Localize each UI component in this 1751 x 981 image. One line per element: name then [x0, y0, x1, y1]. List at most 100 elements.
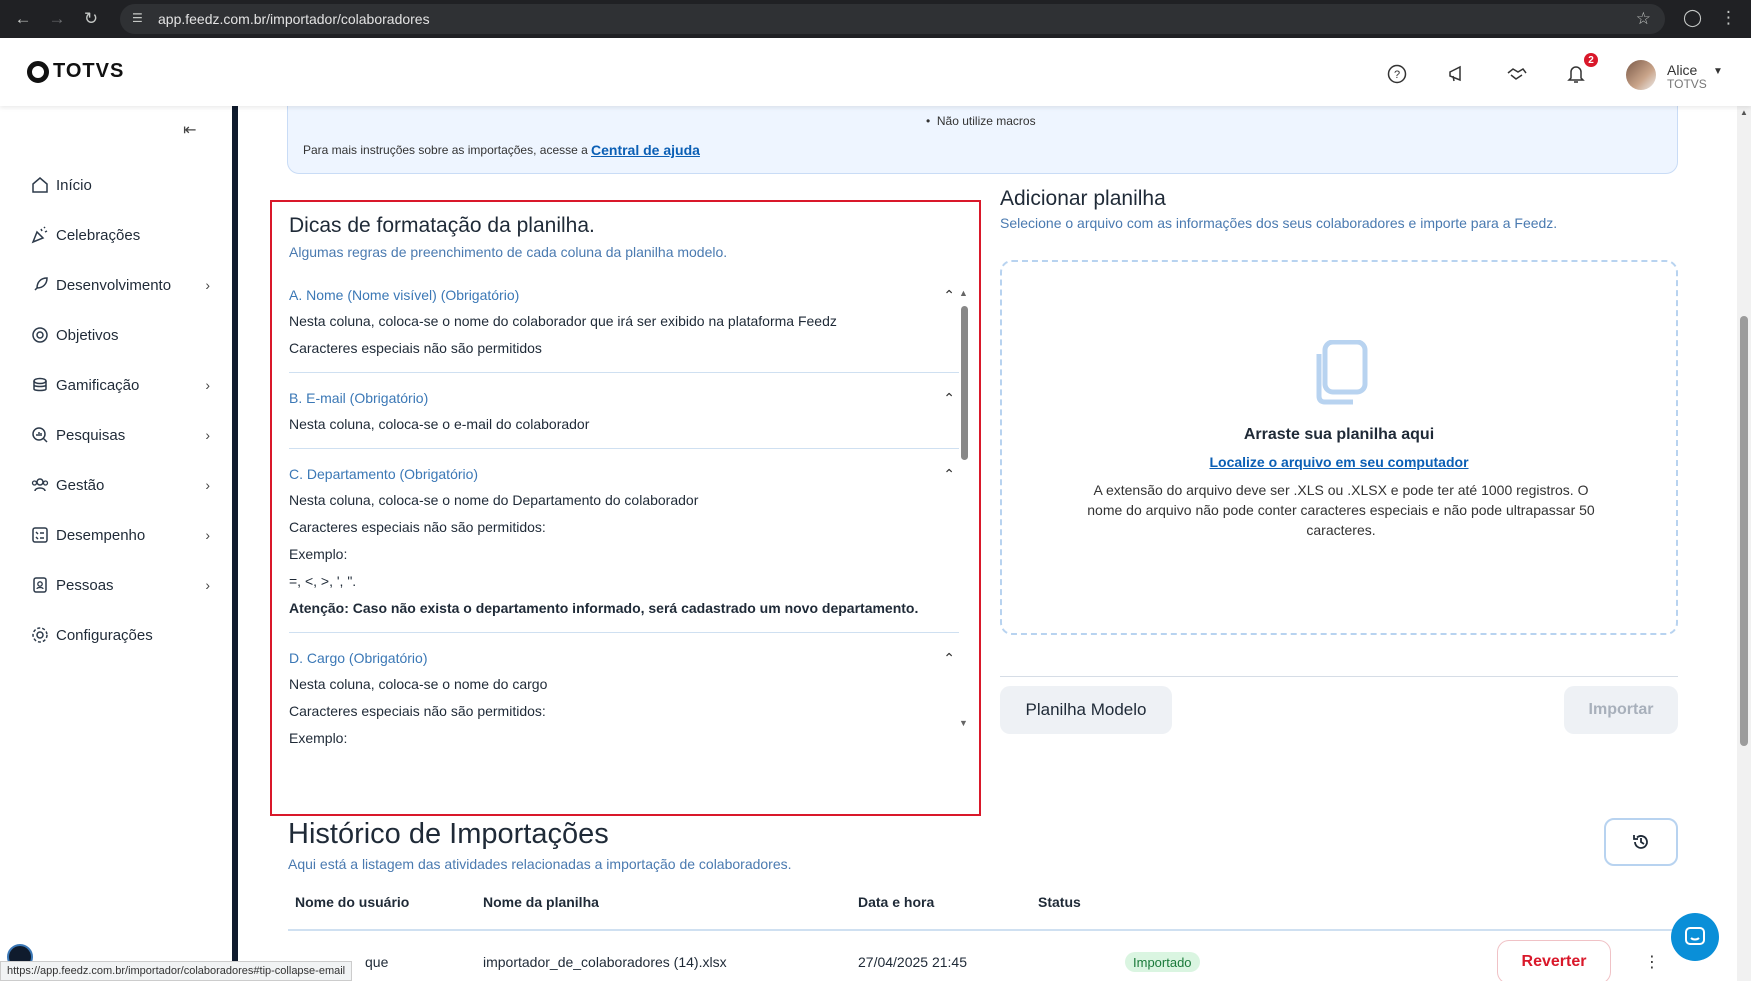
logo-text: TOTVS [53, 60, 125, 82]
address-bar[interactable]: ☰ app.feedz.com.br/importador/colaborado… [120, 4, 1665, 34]
sidebar-item-inicio[interactable]: Início [30, 170, 210, 200]
revert-button[interactable]: Reverter [1497, 940, 1611, 981]
tip-item: B. E-mail (Obrigatório) ⌃ Nesta coluna, … [289, 385, 959, 449]
chevron-up-icon[interactable]: ⌃ [943, 390, 955, 407]
page-scrollbar[interactable]: ▲ [1737, 106, 1751, 981]
sidebar-item-label: Desenvolvimento [56, 276, 172, 294]
column-header-user[interactable]: Nome do usuário [295, 894, 409, 910]
info-bullet-text: Não utilize macros [936, 114, 1036, 128]
chat-support-button[interactable] [1671, 913, 1719, 961]
tip-line: Caracteres especiais não são permitidos: [289, 703, 546, 719]
chevron-right-icon: › [205, 477, 210, 493]
tip-warning: Atenção: Caso não exista o departamento … [289, 600, 919, 616]
avatar[interactable] [1626, 60, 1656, 90]
copy-file-icon [1316, 340, 1368, 405]
confetti-icon [30, 225, 50, 245]
sidebar-item-configuracoes[interactable]: Configurações [30, 620, 210, 650]
sidebar-item-label: Objetivos [56, 326, 119, 344]
tips-list[interactable]: A. Nome (Nome visível) (Obrigatório) ⌃ N… [289, 282, 959, 810]
user-menu-caret-icon[interactable]: ▼ [1713, 66, 1723, 77]
tip-header[interactable]: B. E-mail (Obrigatório) ⌃ [289, 385, 959, 411]
sidebar-item-gestao[interactable]: Gestão › [30, 470, 210, 500]
info-box: • Não utilize macros Para mais instruçõe… [287, 106, 1678, 174]
browser-menu-icon[interactable]: ⋮ [1720, 8, 1737, 28]
browse-file-link[interactable]: Localize o arquivo em seu computador [1002, 454, 1676, 470]
gear-icon [30, 625, 50, 645]
info-text: Para mais instruções sobre as importaçõe… [303, 143, 588, 157]
profile-icon[interactable]: ◯ [1683, 8, 1702, 28]
tip-line: =, <, >, ', ". [289, 573, 357, 589]
tip-header[interactable]: A. Nome (Nome visível) (Obrigatório) ⌃ [289, 282, 959, 308]
import-button[interactable]: Importar [1564, 686, 1678, 734]
history-title: Histórico de Importações [288, 818, 609, 850]
divider [1000, 676, 1678, 677]
totvs-logo[interactable]: TOTVS [27, 60, 124, 83]
sidebar-item-celebracoes[interactable]: Celebrações [30, 220, 210, 250]
collapse-sidebar-icon[interactable]: ⇤ [183, 120, 196, 140]
tips-card: Dicas de formatação da planilha. Algumas… [270, 200, 981, 816]
history-button[interactable] [1604, 818, 1678, 866]
row-menu-icon[interactable]: ⋮ [1644, 952, 1660, 972]
site-settings-icon[interactable]: ☰ [132, 11, 148, 27]
handshake-icon[interactable] [1505, 62, 1529, 86]
sidebar-item-pesquisas[interactable]: Pesquisas › [30, 420, 210, 450]
scroll-thumb[interactable] [961, 306, 968, 460]
back-icon[interactable]: ← [12, 8, 34, 30]
megaphone-icon[interactable] [1445, 62, 1469, 86]
sidebar-item-label: Configurações [56, 626, 153, 644]
history-subtitle: Aqui está a listagem das atividades rela… [288, 856, 792, 872]
column-header-status[interactable]: Status [1038, 894, 1081, 910]
sidebar-item-gamificacao[interactable]: Gamificação › [30, 370, 210, 400]
help-icon[interactable]: ? [1385, 62, 1409, 86]
chevron-up-icon[interactable]: ⌃ [943, 466, 955, 483]
home-icon [30, 175, 50, 195]
svg-text:?: ? [1394, 69, 1400, 81]
tip-line: Nesta coluna, coloca-se o e-mail do cola… [289, 416, 590, 432]
column-header-file[interactable]: Nome da planilha [483, 894, 599, 910]
chevron-right-icon: › [205, 527, 210, 543]
chat-icon [1685, 927, 1705, 945]
sidebar-item-desempenho[interactable]: Desempenho › [30, 520, 210, 550]
chevron-right-icon: › [205, 577, 210, 593]
page-scroll-up-icon[interactable]: ▲ [1740, 108, 1748, 117]
sidebar-item-pessoas[interactable]: Pessoas › [30, 570, 210, 600]
tip-item: C. Departamento (Obrigatório) ⌃ Nesta co… [289, 461, 959, 633]
reload-icon[interactable]: ↻ [80, 8, 102, 30]
coins-icon [30, 375, 50, 395]
user-name[interactable]: Alice [1667, 62, 1697, 78]
tip-header[interactable]: D. Cargo (Obrigatório) ⌃ [289, 645, 959, 671]
model-spreadsheet-button[interactable]: Planilha Modelo [1000, 686, 1172, 734]
tip-line: Caracteres especiais não são permitidos [289, 340, 542, 356]
tips-title: Dicas de formatação da planilha. [289, 214, 595, 237]
tips-scrollbar[interactable]: ▲ ▼ [959, 288, 969, 792]
badge-icon [30, 575, 50, 595]
row-file: importador_de_colaboradores (14).xlsx [483, 954, 727, 970]
target-icon [30, 325, 50, 345]
row-date: 27/04/2025 21:45 [858, 954, 967, 970]
main-content: • Não utilize macros Para mais instruçõe… [238, 106, 1737, 981]
scroll-up-icon[interactable]: ▲ [959, 288, 968, 298]
bookmark-star-icon[interactable]: ☆ [1636, 9, 1651, 29]
file-dropzone[interactable]: Arraste sua planilha aqui Localize o arq… [1000, 260, 1678, 635]
drop-note: A extensão do arquivo deve ser .XLS ou .… [1087, 482, 1595, 538]
info-bullet: • Não utilize macros [926, 114, 1036, 128]
history-icon [1633, 835, 1648, 849]
tip-line: Exemplo: [289, 546, 348, 562]
row-user: que [365, 954, 389, 970]
column-header-date[interactable]: Data e hora [858, 894, 934, 910]
chevron-up-icon[interactable]: ⌃ [943, 650, 955, 667]
chevron-right-icon: › [205, 377, 210, 393]
sidebar-item-desenvolvimento[interactable]: Desenvolvimento › [30, 270, 210, 300]
tip-header[interactable]: C. Departamento (Obrigatório) ⌃ [289, 461, 959, 487]
sidebar-item-objetivos[interactable]: Objetivos [30, 320, 210, 350]
scroll-down-icon[interactable]: ▼ [959, 718, 968, 728]
people-icon [30, 475, 50, 495]
sidebar-item-label: Gamificação [56, 376, 140, 394]
chevron-up-icon[interactable]: ⌃ [943, 287, 955, 304]
help-center-link[interactable]: Central de ajuda [591, 142, 700, 158]
page-scroll-thumb[interactable] [1740, 316, 1748, 746]
table-header-rule [288, 929, 1678, 931]
forward-icon[interactable]: → [46, 8, 68, 30]
user-company: TOTVS [1667, 77, 1707, 91]
bell-icon[interactable] [1564, 62, 1588, 86]
